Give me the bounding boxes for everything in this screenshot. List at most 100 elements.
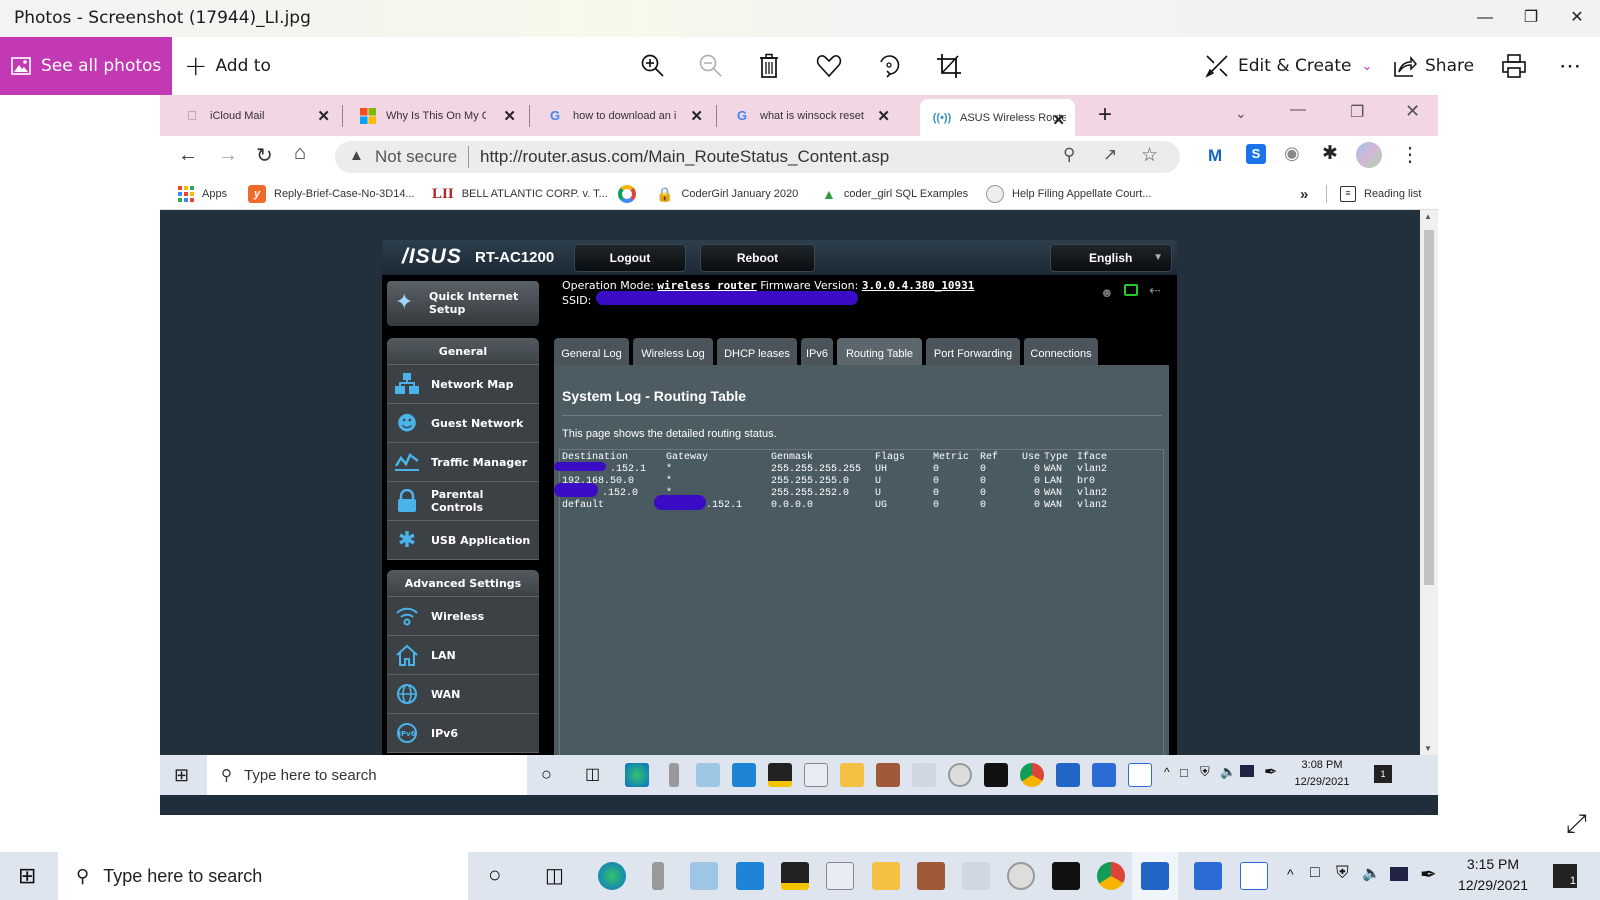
s-extension-icon[interactable]: S: [1246, 144, 1266, 164]
mail-icon[interactable]: [732, 763, 756, 787]
show-hidden-icons[interactable]: ^: [1164, 765, 1170, 779]
powershell-icon[interactable]: [1092, 763, 1116, 787]
notepad-app-icon[interactable]: [696, 763, 720, 787]
volume-tray-icon[interactable]: 🔈: [1220, 764, 1236, 780]
extensions-puzzle-icon[interactable]: ✱: [1322, 142, 1338, 165]
print-button[interactable]: [1497, 49, 1531, 83]
task-view-button[interactable]: ◫: [545, 863, 564, 888]
browser-tab[interactable]:  iCloud Mail ✕: [170, 95, 340, 136]
quick-internet-setup-button[interactable]: ✦ Quick Internet Setup: [387, 281, 539, 326]
fingerprint-extension-icon[interactable]: ◉: [1284, 143, 1300, 164]
close-tab-icon[interactable]: ✕: [1052, 111, 1065, 129]
browser-minimize-button[interactable]: —: [1290, 101, 1306, 119]
nav-guest-network[interactable]: ☻ Guest Network: [387, 404, 539, 443]
pen-tray-icon[interactable]: ✒: [1264, 762, 1277, 782]
nav-parental-controls[interactable]: Parental Controls: [387, 482, 539, 521]
browser-tab[interactable]: G how to download an i ✕: [533, 95, 713, 136]
favorite-button[interactable]: [812, 49, 846, 83]
nav-usb-application[interactable]: ✱ USB Application: [387, 521, 539, 560]
browser-restore-button[interactable]: ❐: [1350, 102, 1364, 122]
sticky-notes-icon[interactable]: [781, 862, 809, 890]
fullscreen-expand-icon[interactable]: ⤢: [1566, 808, 1587, 840]
bookmark-apps[interactable]: Apps: [178, 178, 227, 210]
back-button[interactable]: ←: [178, 144, 198, 167]
nav-lan[interactable]: LAN: [387, 636, 539, 675]
clock-date[interactable]: 12/29/2021: [1448, 877, 1538, 893]
resource-monitor-icon[interactable]: [912, 763, 936, 787]
clock-app-icon[interactable]: [948, 763, 972, 787]
bookmark-item[interactable]: LII BELL ATLANTIC CORP. v. T...: [432, 178, 608, 210]
browser-tab[interactable]: Why Is This On My Cc ✕: [346, 95, 526, 136]
terminal-icon[interactable]: [984, 763, 1008, 787]
close-tab-icon[interactable]: ✕: [503, 107, 516, 125]
see-all-photos-button[interactable]: See all photos: [0, 37, 172, 95]
reboot-button[interactable]: Reboot: [700, 244, 815, 272]
forward-button[interactable]: →: [218, 144, 238, 167]
network-tray-icon[interactable]: □: [1180, 765, 1188, 780]
display-tray-icon[interactable]: [1390, 867, 1408, 881]
powershell-icon[interactable]: [1194, 862, 1222, 890]
zoom-out-button[interactable]: [694, 49, 728, 83]
minimize-button[interactable]: —: [1462, 4, 1508, 32]
firmware-link[interactable]: 3.0.0.4.380_10931: [862, 279, 975, 292]
close-button[interactable]: ✕: [1554, 4, 1600, 32]
nav-traffic-manager[interactable]: Traffic Manager: [387, 443, 539, 482]
notifications-icon[interactable]: 1: [1374, 765, 1392, 783]
file-explorer-icon[interactable]: [840, 763, 864, 787]
report-app-icon[interactable]: [804, 763, 828, 787]
cortana-button[interactable]: ○: [488, 862, 501, 888]
delete-button[interactable]: [752, 49, 786, 83]
mic-app-icon[interactable]: [652, 862, 664, 890]
network-tray-icon[interactable]: □: [1310, 864, 1320, 882]
resource-monitor-icon[interactable]: [962, 862, 990, 890]
address-bar[interactable]: ▲ Not secure http://router.asus.com/Main…: [335, 141, 1180, 173]
browser-menu-icon[interactable]: ⋮: [1400, 142, 1420, 167]
edit-create-button[interactable]: Edit & Create ⌄: [1204, 37, 1372, 95]
rotate-button[interactable]: [872, 49, 906, 83]
page-scrollbar[interactable]: ▲ ▼: [1420, 210, 1438, 755]
close-tab-icon[interactable]: ✕: [317, 107, 330, 125]
bookmark-item[interactable]: 🔒 CoderGirl January 2020: [656, 178, 798, 210]
zoom-in-button[interactable]: [636, 49, 670, 83]
pen-tray-icon[interactable]: ✒: [1420, 862, 1437, 887]
browser-tab[interactable]: G what is winsock reset ✕: [720, 95, 900, 136]
chrome-icon[interactable]: [1097, 862, 1125, 890]
display-tray-icon[interactable]: [1240, 765, 1254, 777]
language-select[interactable]: English ▼: [1050, 244, 1172, 272]
zoom-icon[interactable]: ⚲: [1063, 145, 1075, 165]
new-tab-button[interactable]: +: [1098, 101, 1112, 129]
photos-app-icon[interactable]: [1056, 763, 1080, 787]
logout-button[interactable]: Logout: [574, 244, 686, 272]
malwarebytes-extension-icon[interactable]: M: [1208, 146, 1222, 166]
bookmark-star-icon[interactable]: ☆: [1141, 144, 1158, 167]
scrollbar-thumb[interactable]: [1424, 230, 1434, 585]
inner-taskbar-search[interactable]: ⚲ Type here to search: [207, 755, 527, 795]
profile-avatar[interactable]: [1356, 142, 1382, 168]
inner-clock-time[interactable]: 3:08 PM: [1286, 759, 1358, 771]
chrome-icon[interactable]: [1020, 763, 1044, 787]
add-to-button[interactable]: + Add to: [184, 37, 271, 95]
nav-wireless[interactable]: Wireless: [387, 597, 539, 636]
scroll-down-arrow[interactable]: ▼: [1424, 744, 1432, 753]
show-hidden-icons[interactable]: ^: [1287, 866, 1294, 882]
firewall-app-icon[interactable]: [876, 763, 900, 787]
security-tray-icon[interactable]: ⛨: [1200, 764, 1210, 780]
tab-search-button[interactable]: ⌄: [1235, 105, 1247, 122]
home-button[interactable]: ⌂: [294, 142, 306, 165]
taskbar-search[interactable]: ⚲ Type here to search: [58, 852, 468, 900]
routing-table-box[interactable]: Destination Gateway Genmask Flags Metric…: [554, 449, 1164, 769]
security-tray-icon[interactable]: ⛨: [1336, 863, 1349, 883]
notepad-app-icon[interactable]: [690, 862, 718, 890]
more-options-button[interactable]: ⋯: [1553, 49, 1587, 83]
scroll-up-arrow[interactable]: ▲: [1424, 212, 1432, 221]
edge-icon[interactable]: [625, 763, 649, 787]
reading-list-button[interactable]: ≡ Reading list: [1340, 178, 1421, 210]
nav-wan[interactable]: WAN: [387, 675, 539, 714]
cortana-icon[interactable]: ○: [541, 764, 552, 785]
reload-button[interactable]: ↻: [256, 143, 273, 168]
volume-tray-icon[interactable]: 🔈: [1362, 864, 1381, 882]
sticky-notes-icon[interactable]: [768, 763, 792, 787]
firewall-app-icon[interactable]: [917, 862, 945, 890]
edge-icon[interactable]: [598, 862, 626, 890]
close-tab-icon[interactable]: ✕: [877, 107, 890, 125]
